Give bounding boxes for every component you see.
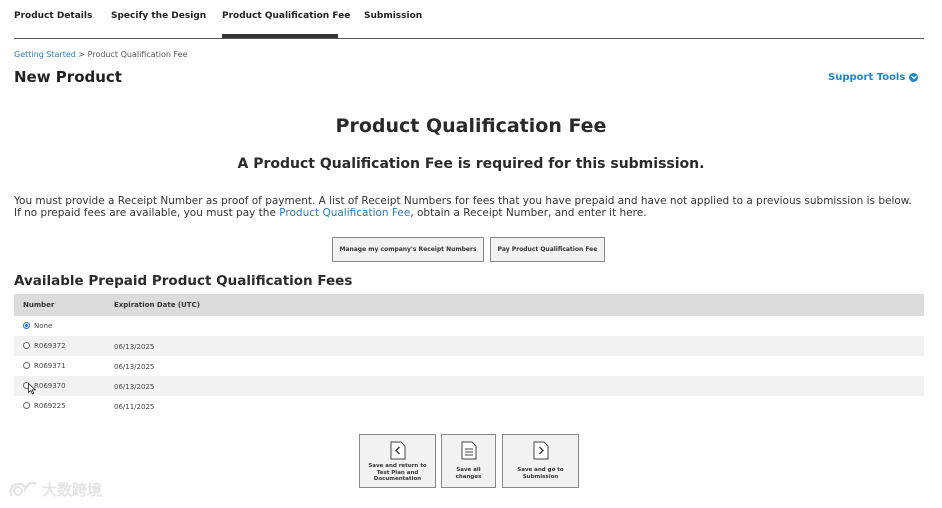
receipt-radio-none[interactable] [23, 322, 30, 329]
prepaid-fees-table: Number Expiration Date (UTC) None R06937… [14, 294, 924, 416]
table-row[interactable]: R069370 06/13/2025 [14, 376, 924, 396]
save-and-return-button[interactable]: Save and return to Test Plan and Documen… [359, 434, 436, 488]
watermark-text: 大数跨境 [42, 480, 103, 499]
expiration-date: 06/13/2025 [114, 343, 155, 351]
prepaid-fees-title: Available Prepaid Product Qualification … [14, 273, 353, 289]
product-qualification-fee-link[interactable]: Product Qualification Fee [279, 207, 410, 219]
active-tab-indicator [222, 34, 338, 38]
table-row[interactable]: R069372 06/13/2025 [14, 336, 924, 356]
table-row[interactable]: R069371 06/13/2025 [14, 356, 924, 376]
mouse-cursor-icon [28, 380, 37, 399]
support-tools-button[interactable]: Support Tools [828, 72, 919, 83]
receipt-number: None [34, 322, 53, 330]
save-all-changes-label: Save all changes [455, 467, 482, 480]
chevron-left-icon [390, 441, 405, 460]
watermark-logo-icon [9, 481, 37, 497]
watermark: 大数跨境 [8, 478, 102, 500]
expiration-date: 06/13/2025 [114, 383, 155, 391]
chevron-down-circle-icon [909, 73, 919, 82]
fee-heading: Product Qualification Fee [335, 115, 607, 137]
tab-product-details[interactable]: Product Details [14, 11, 92, 21]
save-and-go-to-submission-button[interactable]: Save and go to Submission [502, 434, 579, 488]
breadcrumb: Getting Started > Product Qualification … [14, 50, 188, 59]
chevron-right-icon [533, 441, 548, 460]
manage-receipt-numbers-button[interactable]: Manage my company's Receipt Numbers [332, 237, 484, 262]
receipt-radio[interactable] [23, 402, 30, 409]
save-and-go-to-submission-label: Save and go to Submission [517, 467, 564, 480]
breadcrumb-separator: > [75, 50, 88, 59]
fee-subheading: A Product Qualification Fee is required … [237, 156, 705, 172]
description-text-end: , obtain a Receipt Number, and enter it … [410, 206, 647, 219]
expiration-date: 06/11/2025 [114, 403, 155, 411]
step-tabs: Product Details Specify the Design Produ… [14, 0, 924, 39]
table-row[interactable]: R069225 06/11/2025 [14, 396, 924, 416]
column-header-number: Number [23, 301, 55, 309]
receipt-radio[interactable] [23, 342, 30, 349]
fee-description: You must provide a Receipt Number as pro… [14, 195, 914, 219]
page-title: New Product [14, 68, 122, 86]
document-icon [461, 441, 476, 460]
tab-specify-the-design[interactable]: Specify the Design [111, 11, 206, 21]
table-header: Number Expiration Date (UTC) [14, 294, 924, 316]
receipt-number: R069225 [34, 402, 66, 410]
expiration-date: 06/13/2025 [114, 363, 155, 371]
save-and-return-label: Save and return to Test Plan and Documen… [368, 463, 427, 482]
column-header-expiration-date: Expiration Date (UTC) [114, 301, 200, 309]
support-tools-label: Support Tools [828, 72, 906, 83]
breadcrumb-current: Product Qualification Fee [87, 50, 188, 59]
pay-fee-button[interactable]: Pay Product Qualification Fee [490, 237, 605, 262]
table-row[interactable]: None [14, 316, 924, 336]
receipt-number: R069370 [34, 382, 66, 390]
tab-product-qualification-fee[interactable]: Product Qualification Fee [222, 11, 350, 21]
tab-submission[interactable]: Submission [364, 11, 422, 21]
receipt-number: R069371 [34, 362, 66, 370]
receipt-number: R069372 [34, 342, 66, 350]
save-all-changes-button[interactable]: Save all changes [441, 434, 496, 488]
breadcrumb-link-getting-started[interactable]: Getting Started [14, 50, 76, 59]
receipt-radio[interactable] [23, 362, 30, 369]
